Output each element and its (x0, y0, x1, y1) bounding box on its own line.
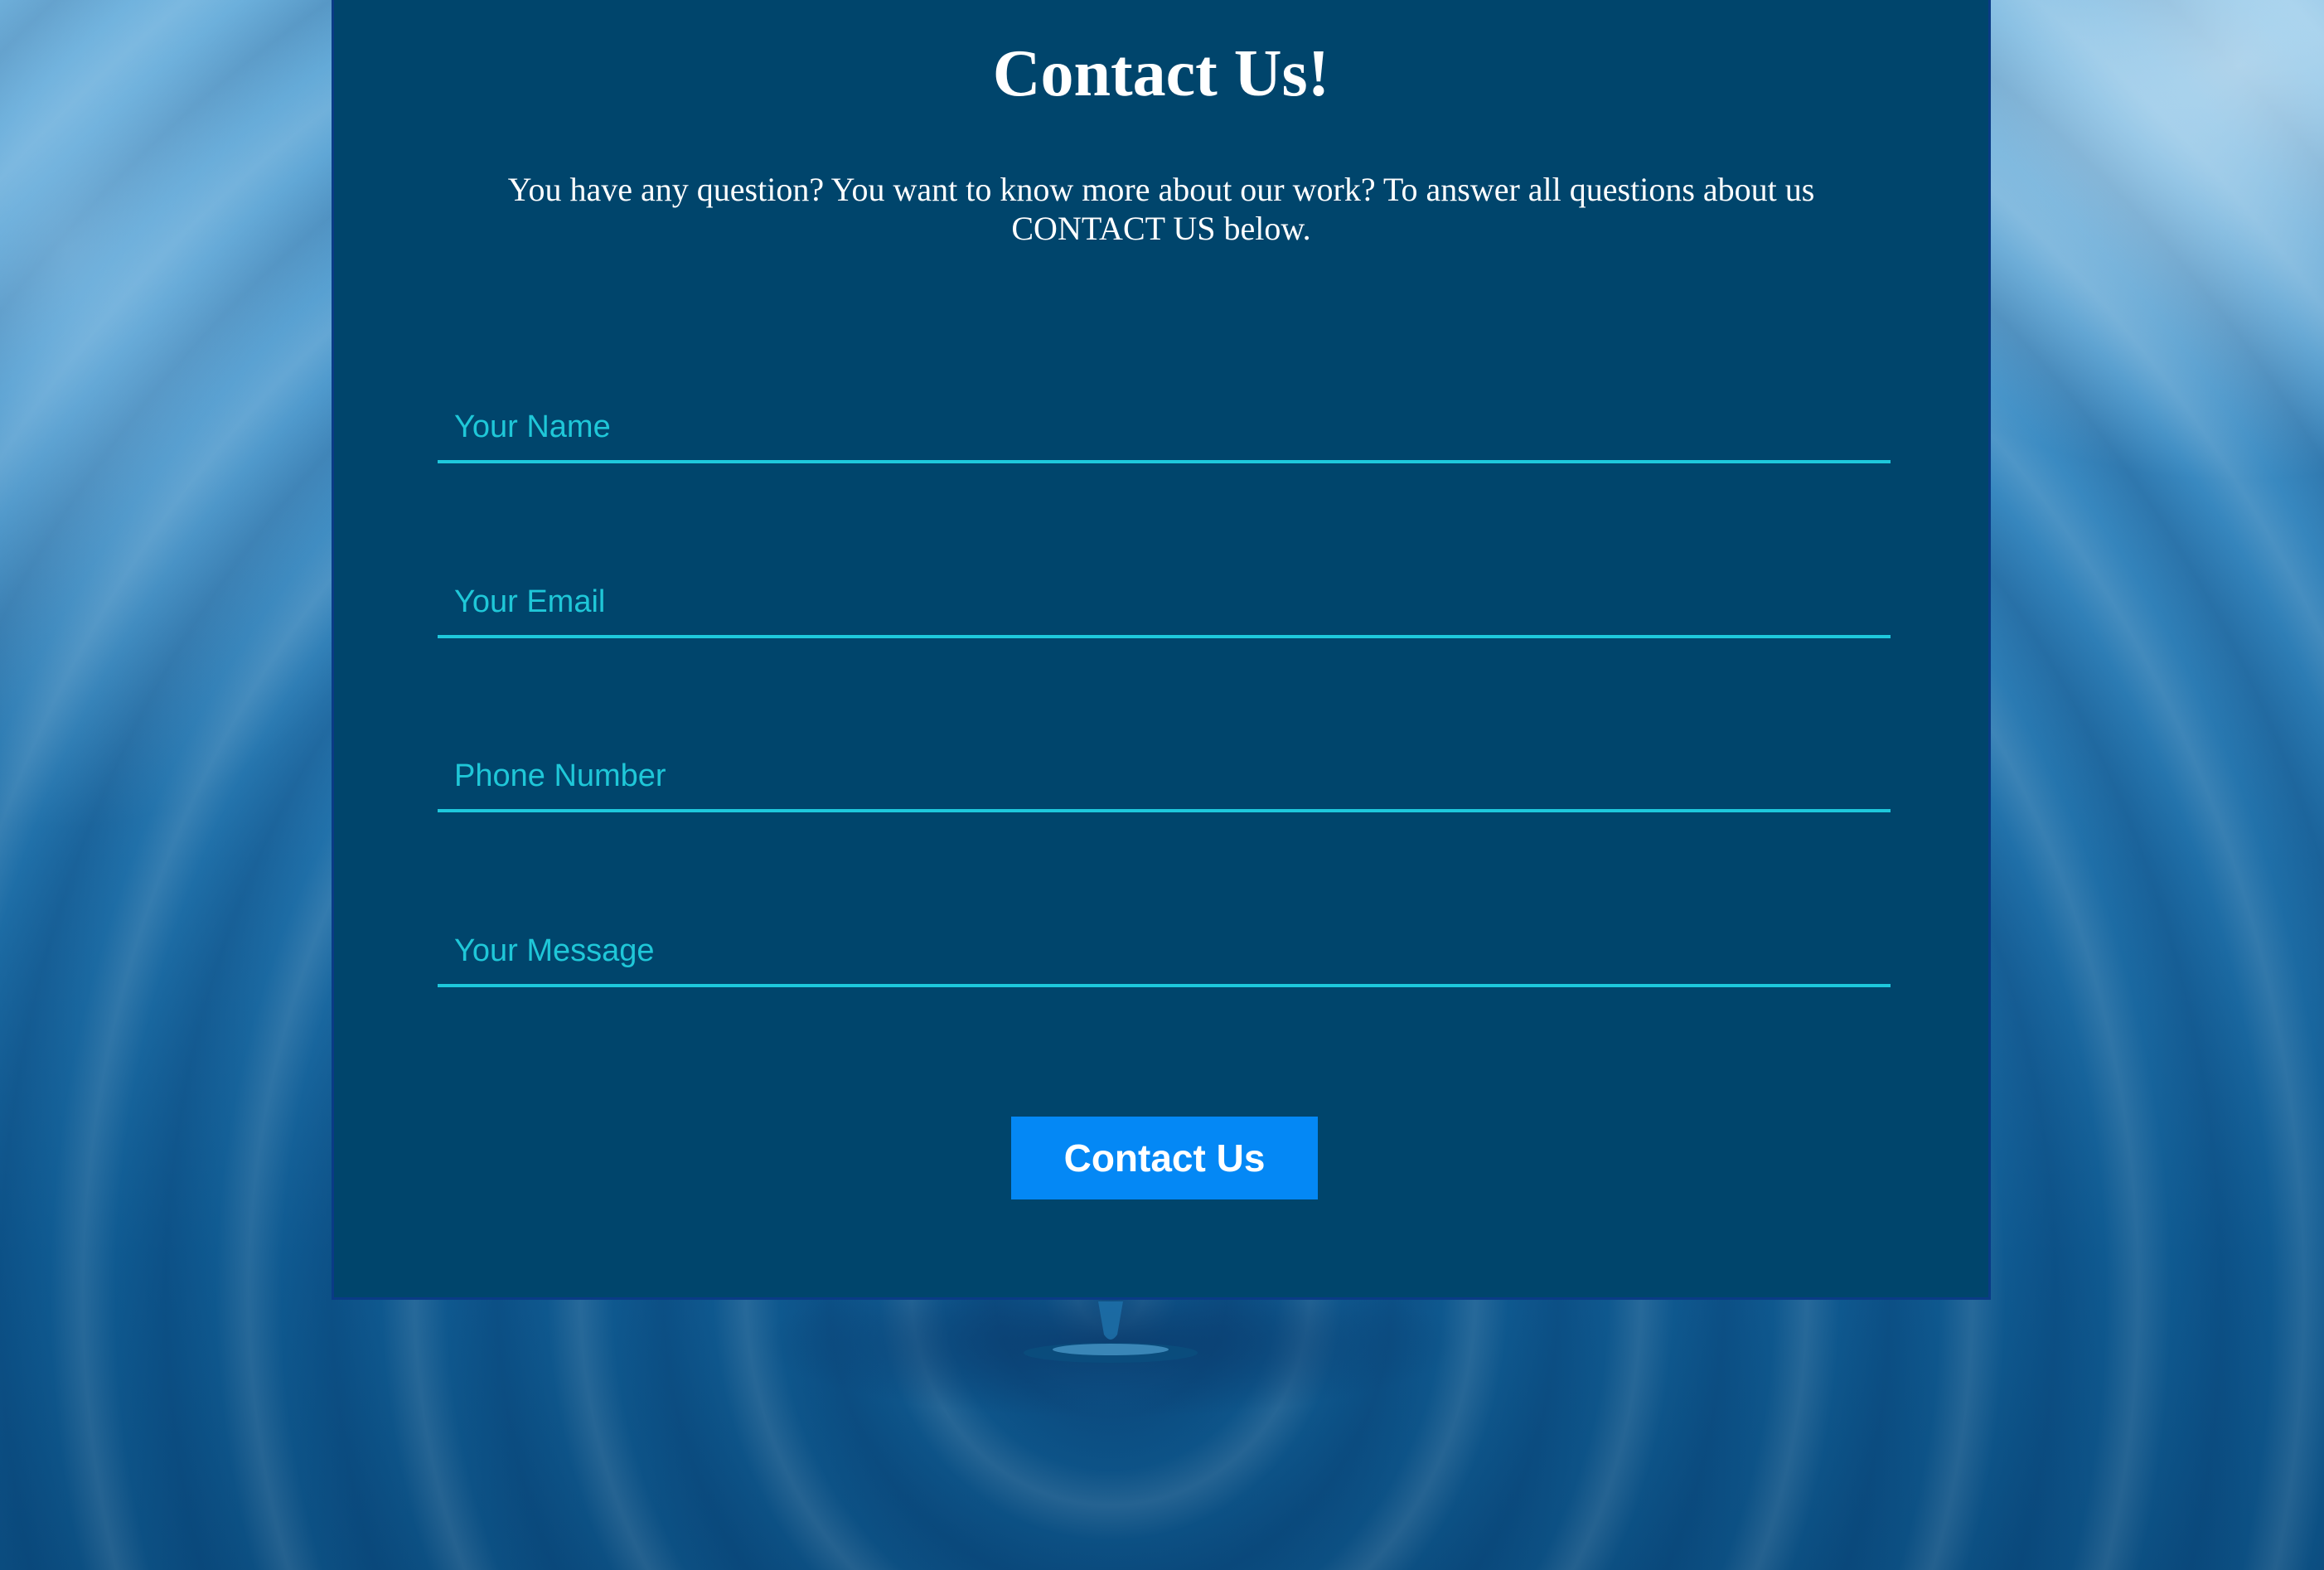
contact-us-button[interactable]: Contact Us (1011, 1117, 1318, 1199)
message-input[interactable] (438, 918, 1891, 984)
page-title: Contact Us! (992, 37, 1330, 110)
name-input[interactable] (438, 394, 1891, 460)
contact-panel: Contact Us! You have any question? You w… (332, 0, 1991, 1300)
message-field-wrapper (438, 918, 1891, 987)
name-field-wrapper (438, 394, 1891, 463)
water-drop-icon (1024, 1301, 1198, 1363)
phone-field-wrapper (438, 743, 1891, 812)
phone-input[interactable] (438, 743, 1891, 809)
email-input[interactable] (438, 569, 1891, 635)
intro-text: You have any question? You want to know … (507, 171, 1815, 247)
email-field-wrapper (438, 569, 1891, 638)
